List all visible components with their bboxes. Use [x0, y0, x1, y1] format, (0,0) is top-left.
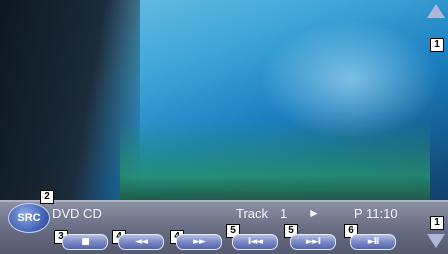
play-pause-icon: ►II: [367, 237, 380, 247]
fast-forward-icon: ►►: [193, 237, 206, 247]
track-number: 1: [280, 206, 288, 221]
next-track-icon: ►►I: [305, 237, 321, 247]
play-state-icon: ►: [308, 206, 320, 220]
callout-source: 2: [40, 190, 54, 204]
track-label: Track: [236, 206, 269, 221]
panel-divider: [0, 200, 448, 202]
scroll-up-arrow-icon[interactable]: [427, 4, 445, 18]
source-name: DVD CD: [52, 206, 102, 221]
scroll-down-arrow-icon[interactable]: [427, 234, 445, 248]
stop-icon: ■: [81, 237, 89, 247]
rewind-button[interactable]: ◄◄: [118, 234, 164, 250]
play-pause-button[interactable]: ►II: [350, 234, 396, 250]
previous-track-button[interactable]: I◄◄: [232, 234, 278, 250]
source-button[interactable]: SRC: [8, 203, 50, 233]
media-player-screen: 1 2 SRC DVD CD Track 1 ► P 11:10 3 ■ 4 ◄…: [0, 0, 448, 254]
video-frame-green-region: [120, 120, 430, 200]
callout-scroll-down: 1: [430, 216, 444, 230]
rewind-icon: ◄◄: [135, 237, 148, 247]
video-frame[interactable]: [0, 0, 448, 200]
preset-time: P 11:10: [354, 206, 398, 221]
stop-button[interactable]: ■: [62, 234, 108, 250]
callout-scroll-up: 1: [430, 38, 444, 52]
video-frame-dark-region: [0, 0, 140, 200]
fast-forward-button[interactable]: ►►: [176, 234, 222, 250]
next-track-button[interactable]: ►►I: [290, 234, 336, 250]
previous-track-icon: I◄◄: [247, 237, 263, 247]
